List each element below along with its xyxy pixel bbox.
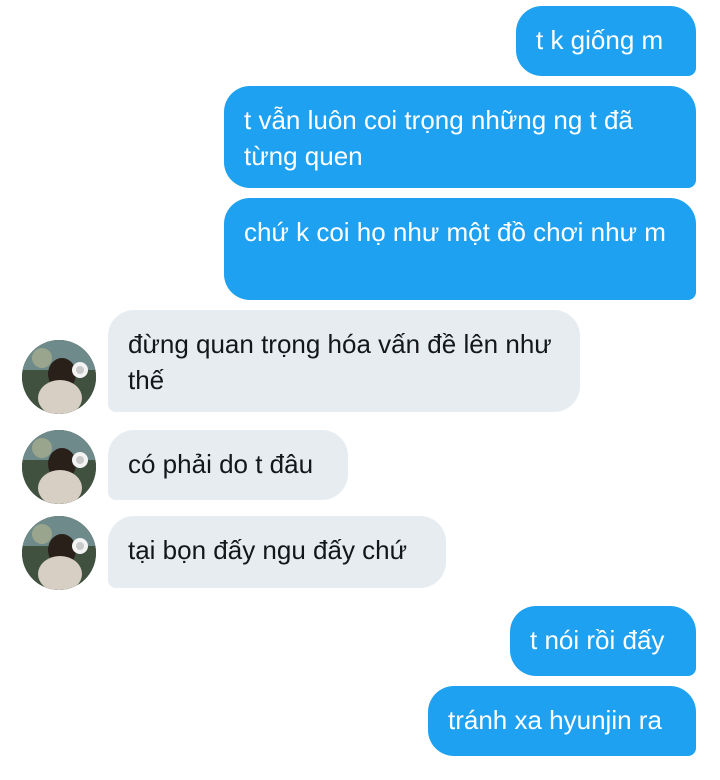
message-bubble-sent[interactable]: t nói rồi đấy [510, 606, 696, 676]
avatar[interactable] [22, 430, 96, 504]
message-bubble-sent[interactable]: tránh xa hyunjin ra [428, 686, 696, 756]
message-bubble-sent[interactable]: t vẫn luôn coi trọng những ng t đã từng … [224, 86, 696, 188]
message-bubble-sent[interactable]: t k giống m [516, 6, 696, 76]
avatar[interactable] [22, 516, 96, 590]
user-avatar-icon [22, 516, 96, 590]
message-bubble-received[interactable]: có phải do t đâu [108, 430, 348, 500]
message-bubble-received[interactable]: tại bọn đấy ngu đấy chứ [108, 516, 446, 588]
message-bubble-sent[interactable]: chứ k coi họ như một đồ chơi như m [224, 198, 696, 300]
avatar[interactable] [22, 340, 96, 414]
message-bubble-received[interactable]: đừng quan trọng hóa vấn đề lên như thế [108, 310, 580, 412]
user-avatar-icon [22, 340, 96, 414]
user-avatar-icon [22, 430, 96, 504]
